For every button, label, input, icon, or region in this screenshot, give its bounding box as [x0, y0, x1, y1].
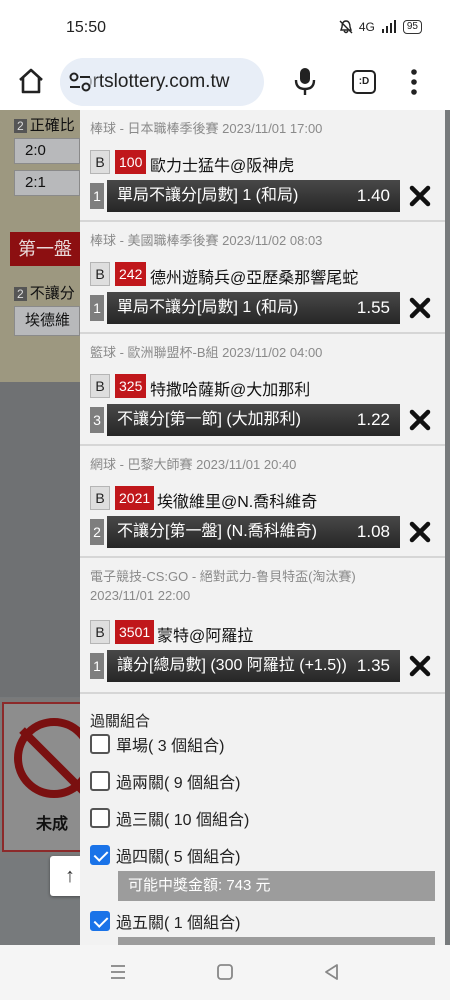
bet-league: 籃球 - 歐洲聯盟杯-B組 2023/11/02 04:00: [90, 345, 323, 360]
bg-header-no-handicap: 2 不讓分: [14, 282, 78, 303]
bg-score-row[interactable]: 2:0: [14, 138, 80, 164]
parlay-option-3-legs[interactable]: 過三關( 10 個組合): [90, 806, 249, 830]
bet-market: 單局不讓分[局數] 1 (和局) 1.40: [107, 180, 400, 212]
bet-market: 不讓分[第一盤] (N.喬科維奇) 1.08: [107, 516, 400, 548]
bet-odds: 1.40: [356, 186, 390, 205]
bet-teams: 埃徹維里@N.喬科維奇: [157, 494, 318, 511]
bet-type-tag: B: [90, 262, 110, 286]
bet-line-number: 2: [90, 519, 104, 545]
bet-market: 讓分[總局數] (300 阿羅拉 (+1.5)) 1.35: [107, 650, 400, 682]
parlay-combinations: 過關組合 單場( 3 個組合) 過兩關( 9 個組合) 過三關( 10 個組合)…: [80, 694, 445, 945]
potential-prize: [118, 937, 435, 945]
bet-odds: 1.22: [356, 410, 390, 429]
mute-icon: [339, 20, 353, 34]
underage-warning-poster: 未成: [0, 698, 94, 858]
parlay-checkbox[interactable]: [90, 734, 110, 754]
bet-type-tag: B: [90, 620, 110, 644]
bet-market: 單局不讓分[局數] 1 (和局) 1.55: [107, 292, 400, 324]
bet-market: 不讓分[第一節] (大加那利) 1.22: [107, 404, 400, 436]
bet-line: 1 單局不讓分[局數] 1 (和局) 1.55: [90, 292, 400, 324]
bet-line: 1 單局不讓分[局數] 1 (和局) 1.40: [90, 180, 400, 212]
bet-line-number: 1: [90, 183, 104, 209]
bet-line-number: 3: [90, 407, 104, 433]
bet-item: 棒球 - 日本職棒季後賽 2023/11/01 17:00 B 100 歐力士猛…: [80, 110, 445, 222]
bet-type-tag: B: [90, 374, 110, 398]
bet-type-tag: B: [90, 486, 110, 510]
signal-icon: [381, 20, 396, 33]
bet-type-tag: B: [90, 150, 110, 174]
home-icon[interactable]: [16, 66, 46, 96]
game-number: 2021: [115, 486, 155, 510]
bet-item: 電子競技-CS:GO - 絕對武力-鲁貝特盃(淘汰賽) 2023/11/01 2…: [80, 558, 445, 694]
bet-teams: 特撒哈薩斯@大加那利: [150, 382, 311, 399]
address-bar[interactable]: ortslottery.com.tw: [60, 58, 264, 106]
browser-toolbar: ortslottery.com.tw :D: [0, 56, 450, 110]
recent-apps-icon[interactable]: [107, 961, 129, 983]
bet-item: 網球 - 巴黎大師賽 2023/11/01 20:40 B 2021 埃徹維里@…: [80, 446, 445, 558]
parlay-option-2-legs[interactable]: 過兩關( 9 個組合): [90, 769, 240, 793]
bet-league: 網球 - 巴黎大師賽 2023/11/01 20:40: [90, 457, 297, 472]
bet-slip: 棒球 - 日本職棒季後賽 2023/11/01 17:00 B 100 歐力士猛…: [80, 110, 445, 945]
game-number: 242: [115, 262, 147, 286]
bg-header-correct-score: 2 正確比: [14, 114, 78, 135]
bet-teams: 德州遊騎兵@亞歷桑那響尾蛇: [150, 270, 359, 287]
url-text[interactable]: ortslottery.com.tw: [82, 71, 229, 93]
remove-bet-icon[interactable]: [408, 296, 432, 320]
bet-item: 籃球 - 歐洲聯盟杯-B組 2023/11/02 04:00 B 325 特撒哈…: [80, 334, 445, 446]
bet-league: 電子競技-CS:GO - 絕對武力-鲁貝特盃(淘汰賽): [90, 569, 356, 584]
bet-line: 2 不讓分[第一盤] (N.喬科維奇) 1.08: [90, 516, 400, 548]
bet-line-number: 1: [90, 653, 104, 679]
parlay-title: 過關組合: [90, 713, 151, 730]
system-nav-bar: [0, 945, 450, 1000]
bg-score-row[interactable]: 2:1: [14, 170, 80, 196]
parlay-checkbox[interactable]: [90, 808, 110, 828]
back-icon[interactable]: [321, 961, 343, 983]
bet-odds: 1.55: [356, 298, 390, 317]
more-menu-icon[interactable]: [406, 68, 422, 96]
status-bar: 15:50 4G 95: [0, 0, 450, 56]
status-icons: 4G 95: [339, 20, 422, 34]
game-number: 325: [115, 374, 147, 398]
bg-section-title: 第一盤: [10, 232, 80, 266]
parlay-checkbox[interactable]: [90, 845, 110, 865]
parlay-option-4-legs[interactable]: 過四關( 5 個組合): [90, 843, 240, 867]
tab-switcher-button[interactable]: :D: [352, 70, 376, 94]
bet-item: 棒球 - 美國職棒季後賽 2023/11/02 08:03 B 242 德州遊騎…: [80, 222, 445, 334]
bet-line: 1 讓分[總局數] (300 阿羅拉 (+1.5)) 1.35: [90, 650, 400, 682]
site-settings-icon[interactable]: [68, 71, 92, 93]
parlay-checkbox[interactable]: [90, 771, 110, 791]
game-number: 3501: [115, 620, 155, 644]
status-time: 15:50: [66, 19, 107, 36]
home-nav-icon[interactable]: [214, 961, 236, 983]
bet-teams: 蒙特@阿羅拉: [157, 628, 254, 645]
bg-team-row[interactable]: 埃德維: [14, 306, 80, 336]
game-number: 100: [115, 150, 147, 174]
microphone-icon[interactable]: [292, 66, 318, 96]
bet-line: 3 不讓分[第一節] (大加那利) 1.22: [90, 404, 400, 436]
web-content: 2 正確比 2:0 2:1 第一盤 2 不讓分 埃德維 未成 ↑ 棒球 - 日本職棒…: [0, 110, 450, 945]
parlay-option-single[interactable]: 單場( 3 個組合): [90, 732, 224, 756]
bet-teams: 歐力士猛牛@阪神虎: [150, 158, 295, 175]
bet-league: 棒球 - 美國職棒季後賽 2023/11/02 08:03: [90, 233, 323, 248]
parlay-option-5-legs[interactable]: 過五關( 1 個組合): [90, 909, 240, 933]
parlay-checkbox[interactable]: [90, 911, 110, 931]
remove-bet-icon[interactable]: [408, 654, 432, 678]
remove-bet-icon[interactable]: [408, 184, 432, 208]
remove-bet-icon[interactable]: [408, 408, 432, 432]
bet-date: 2023/11/01 22:00: [90, 588, 191, 603]
network-label: 4G: [358, 20, 375, 34]
potential-prize: 可能中獎金額: 743 元: [118, 871, 435, 901]
battery-icon: 95: [402, 20, 422, 34]
bet-odds: 1.35: [356, 656, 390, 675]
bet-odds: 1.08: [356, 522, 390, 541]
remove-bet-icon[interactable]: [408, 520, 432, 544]
bet-league: 棒球 - 日本職棒季後賽 2023/11/01 17:00: [90, 121, 323, 136]
background-page: 2 正確比 2:0 2:1 第一盤 2 不讓分 埃德維 未成: [0, 110, 94, 945]
bet-line-number: 1: [90, 295, 104, 321]
